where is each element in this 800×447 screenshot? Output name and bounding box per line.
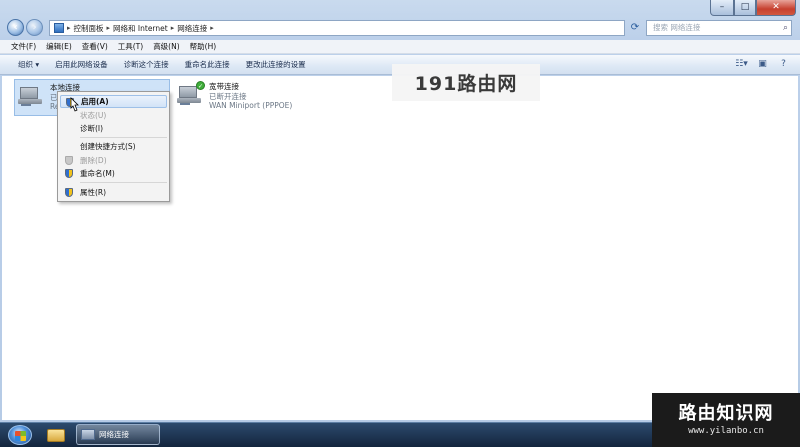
connection-broadband[interactable]: ✓ 宽带连接 已断开连接 WAN Miniport (PPPOE) xyxy=(176,79,316,116)
network-window-icon xyxy=(81,429,95,440)
refresh-button[interactable]: ⟳ xyxy=(628,21,642,35)
explorer-window: – □ ✕ ‹ › ▸ 控制面板 ▸ 网络和 Internet ▸ 网络连接 ▸… xyxy=(0,0,800,422)
address-bar[interactable]: ▸ 控制面板 ▸ 网络和 Internet ▸ 网络连接 ▸ xyxy=(49,20,625,36)
brand-url: www.yilanbo.cn xyxy=(688,426,764,436)
window-controls: – □ ✕ xyxy=(710,0,796,16)
menu-diagnose[interactable]: 诊断(I) xyxy=(60,122,167,135)
view-options-icon[interactable]: ☷▾ xyxy=(735,58,748,70)
search-placeholder: 搜索 网络连接 xyxy=(653,23,701,32)
menu-bar: 文件(F) 编辑(E) 查看(V) 工具(T) 高级(N) 帮助(H) xyxy=(0,40,800,54)
enable-device-button[interactable]: 启用此网络设备 xyxy=(47,59,116,70)
brand-overlay: 路由知识网 www.yilanbo.cn xyxy=(652,393,800,447)
menu-help[interactable]: 帮助(H) xyxy=(185,40,222,53)
arrow-right-icon: › xyxy=(32,22,37,33)
refresh-icon: ⟳ xyxy=(630,22,640,33)
windows-logo-icon xyxy=(15,431,26,441)
rename-button[interactable]: 重命名此连接 xyxy=(177,59,238,70)
control-panel-icon xyxy=(54,23,64,33)
forward-button[interactable]: › xyxy=(26,19,43,36)
menu-file[interactable]: 文件(F) xyxy=(6,40,41,53)
organize-button[interactable]: 组织 ▾ xyxy=(10,59,47,70)
view-controls: ☷▾ ▣ ? xyxy=(735,58,790,70)
menu-item-label: 创建快捷方式(S) xyxy=(80,142,136,151)
menu-separator xyxy=(80,182,167,183)
shield-icon xyxy=(65,188,73,197)
diagnose-button[interactable]: 诊断这个连接 xyxy=(116,59,177,70)
arrow-left-icon: ‹ xyxy=(13,22,18,33)
breadcrumb-separator-icon: ▸ xyxy=(67,24,71,32)
search-input[interactable]: 搜索 网络连接 ⌕ xyxy=(646,20,792,36)
connection-device: WAN Miniport (PPPOE) xyxy=(209,101,293,110)
preview-pane-icon[interactable]: ▣ xyxy=(756,58,769,70)
folder-icon xyxy=(47,429,65,442)
menu-item-label: 重命名(M) xyxy=(80,169,115,178)
change-settings-button[interactable]: 更改此连接的设置 xyxy=(238,59,314,70)
breadcrumb-control-panel[interactable]: 控制面板 xyxy=(74,23,104,34)
menu-tools[interactable]: 工具(T) xyxy=(113,40,148,53)
menu-item-label: 启用(A) xyxy=(81,97,109,106)
menu-properties[interactable]: 属性(R) xyxy=(60,186,167,199)
taskbar-network-window[interactable]: 网络连接 xyxy=(76,424,160,445)
menu-advanced[interactable]: 高级(N) xyxy=(148,40,184,53)
menu-edit[interactable]: 编辑(E) xyxy=(41,40,77,53)
menu-item-label: 诊断(I) xyxy=(80,124,104,133)
taskbar-window-title: 网络连接 xyxy=(99,430,129,439)
maximize-button[interactable]: □ xyxy=(734,0,756,16)
shield-icon xyxy=(65,169,73,178)
menu-rename[interactable]: 重命名(M) xyxy=(60,167,167,180)
breadcrumb-network-connections[interactable]: 网络连接 xyxy=(177,23,207,34)
mouse-pointer-icon xyxy=(70,97,79,112)
minimize-button[interactable]: – xyxy=(710,0,734,16)
menu-separator xyxy=(80,137,167,138)
menu-item-label: 状态(U) xyxy=(80,111,107,120)
title-bar: – □ ✕ ‹ › ▸ 控制面板 ▸ 网络和 Internet ▸ 网络连接 ▸… xyxy=(0,0,800,40)
menu-create-shortcut[interactable]: 创建快捷方式(S) xyxy=(60,140,167,153)
shield-icon xyxy=(65,156,73,165)
menu-item-label: 属性(R) xyxy=(80,188,107,197)
menu-item-label: 删除(D) xyxy=(80,156,107,165)
help-icon[interactable]: ? xyxy=(777,58,790,70)
breadcrumb-separator-icon: ▸ xyxy=(106,24,111,32)
checkmark-icon: ✓ xyxy=(196,81,205,90)
taskbar-explorer-button[interactable] xyxy=(42,424,70,445)
breadcrumb-network-internet[interactable]: 网络和 Internet xyxy=(113,23,168,34)
start-button[interactable] xyxy=(8,425,32,445)
menu-delete[interactable]: 删除(D) xyxy=(60,154,167,167)
breadcrumb-separator-icon: ▸ xyxy=(170,24,175,32)
breadcrumb-separator-icon: ▸ xyxy=(210,24,214,32)
watermark-text: 191路由网 xyxy=(414,73,518,95)
brand-title: 路由知识网 xyxy=(678,403,774,424)
search-icon: ⌕ xyxy=(782,23,788,33)
network-adapter-icon xyxy=(18,85,42,106)
back-button[interactable]: ‹ xyxy=(7,19,24,36)
menu-view[interactable]: 查看(V) xyxy=(77,40,113,53)
site-watermark: 191路由网 xyxy=(392,64,540,101)
close-button[interactable]: ✕ xyxy=(756,0,796,16)
